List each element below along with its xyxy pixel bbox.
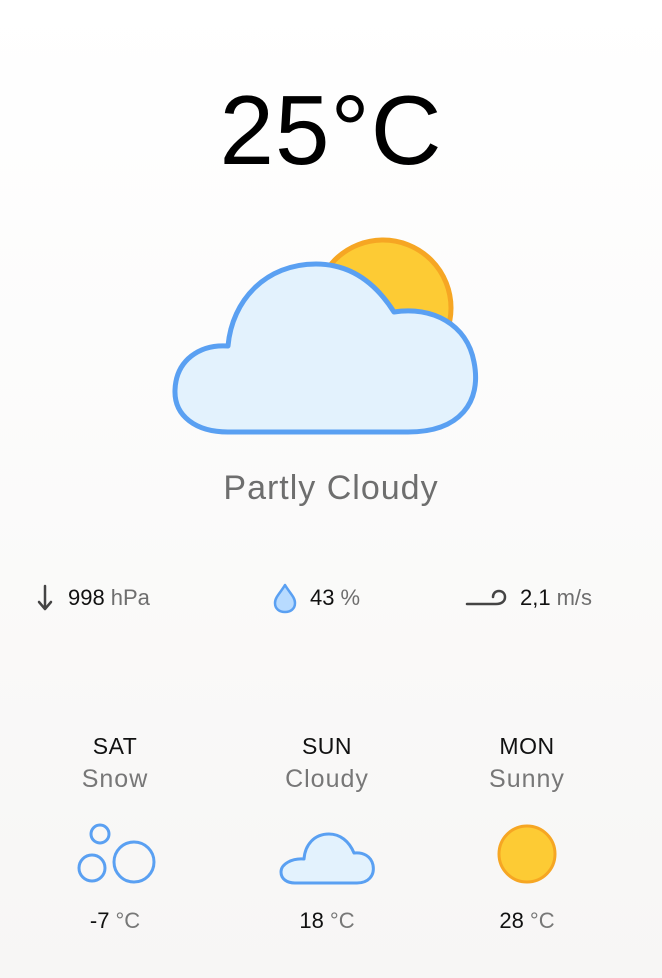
wind-icon xyxy=(464,586,508,610)
forecast-temp: 28 °C xyxy=(437,906,617,936)
wind-value: 2,1 xyxy=(520,585,551,610)
forecast-temp-unit: °C xyxy=(329,908,355,933)
wind-stat: 2,1 m/s xyxy=(464,578,592,618)
pressure-unit: hPa xyxy=(110,585,150,610)
current-temperature: 25°C xyxy=(219,75,443,185)
forecast-row: SAT Snow -7 °C SUN Cloudy 18 °C MON Sunny xyxy=(0,728,662,948)
forecast-temp-value: 18 xyxy=(299,908,324,933)
sun-icon xyxy=(477,816,577,892)
snow-icon xyxy=(65,816,165,892)
pressure-stat: 998 hPa xyxy=(34,578,150,618)
wind-unit: m/s xyxy=(556,585,593,610)
forecast-day-sun: SUN Cloudy 18 °C xyxy=(237,728,417,948)
forecast-day-sat: SAT Snow -7 °C xyxy=(25,728,205,948)
forecast-day-mon: MON Sunny 28 °C xyxy=(437,728,617,948)
humidity-stat: 43 % xyxy=(272,578,360,618)
humidity-unit: % xyxy=(340,585,361,610)
stats-row: 998 hPa 43 % 2,1 m/s xyxy=(0,578,662,618)
forecast-day-name: SUN xyxy=(301,733,353,759)
humidity-value: 43 xyxy=(310,585,335,610)
forecast-day-name: SAT xyxy=(92,733,138,759)
partly-cloudy-icon xyxy=(170,232,490,444)
forecast-day-name: MON xyxy=(499,733,555,759)
forecast-condition: Sunny xyxy=(489,765,565,793)
forecast-temp-value: 28 xyxy=(499,908,524,933)
forecast-temp: 18 °C xyxy=(237,906,417,936)
cloud-icon xyxy=(277,816,377,892)
forecast-temp-value: -7 xyxy=(89,908,110,933)
forecast-temp: -7 °C xyxy=(25,906,205,936)
current-condition: Partly Cloudy xyxy=(223,469,439,507)
water-drop-icon xyxy=(272,582,298,614)
pressure-arrow-down-icon xyxy=(34,583,56,613)
forecast-temp-unit: °C xyxy=(529,908,555,933)
forecast-condition: Snow xyxy=(81,765,149,793)
pressure-value: 998 xyxy=(68,585,105,610)
forecast-temp-unit: °C xyxy=(115,908,141,933)
forecast-condition: Cloudy xyxy=(285,765,369,793)
